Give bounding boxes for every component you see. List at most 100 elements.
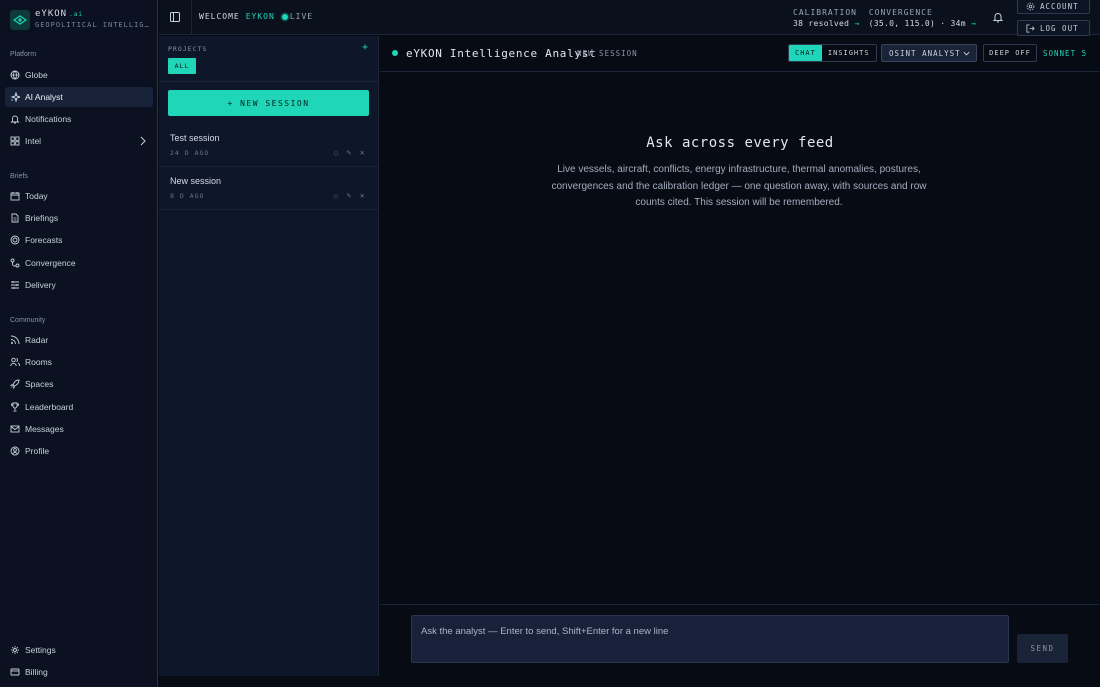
new-session-button[interactable]: + NEW SESSION	[168, 90, 369, 116]
status-dot-icon	[392, 50, 398, 56]
analyst-header: eYKON Intelligence Analyst NEW SESSION C…	[380, 36, 1100, 72]
document-icon	[11, 213, 19, 223]
nav-item-rooms[interactable]: Rooms	[5, 352, 153, 372]
calibration-convergence-status[interactable]: CALIBRATION CONVERGENCE 38 resolved → (3…	[793, 7, 976, 29]
session-actions[interactable]: ◇ ✎ ✕	[333, 149, 368, 157]
nav-item-label: Radar	[25, 335, 49, 345]
target-icon	[10, 235, 20, 245]
card-icon	[10, 668, 20, 676]
tab-chat[interactable]: CHAT	[789, 45, 822, 61]
sparkle-icon	[10, 92, 20, 102]
nav-item-label: Convergence	[25, 258, 76, 268]
nav-item-messages[interactable]: Messages	[5, 419, 153, 439]
logout-button[interactable]: LOG OUT	[1017, 20, 1090, 36]
logout-icon	[1026, 23, 1035, 33]
rocket-icon	[10, 379, 20, 389]
rss-icon	[10, 335, 20, 345]
nav-item-label: Billing	[25, 667, 48, 677]
session-age: 8 D AGO	[170, 192, 205, 200]
empty-state-description: Live vessels, aircraft, conflicts, energ…	[551, 164, 927, 208]
nav-item-globe[interactable]: Globe	[5, 65, 153, 85]
arrow-right-icon: →	[971, 19, 977, 28]
nav-item-profile[interactable]: Profile	[5, 441, 153, 461]
nav-item-convergence[interactable]: Convergence	[5, 253, 153, 273]
mail-icon	[10, 425, 20, 433]
welcome-user: EYKON	[245, 12, 275, 21]
page-title: eYKON Intelligence Analyst	[406, 47, 597, 60]
send-button[interactable]: SEND	[1017, 634, 1068, 663]
bell-icon[interactable]	[992, 11, 1004, 23]
chevron-down-icon	[963, 51, 970, 56]
filter-all-chip[interactable]: ALL	[168, 58, 196, 74]
left-nav: eYKON .ai GEOPOLITICAL INTELLIG… Platform…	[0, 0, 158, 687]
nav-item-intel[interactable]: Intel	[5, 131, 153, 151]
chevron-right-icon	[140, 136, 146, 146]
deep-mode-toggle[interactable]: DEEP OFF	[983, 44, 1037, 62]
convergence-label: CONVERGENCE	[868, 8, 933, 17]
divider	[159, 81, 378, 82]
nav-item-delivery[interactable]: Delivery	[5, 275, 153, 295]
tab-insights[interactable]: INSIGHTS	[822, 45, 876, 61]
session-title: New session	[170, 176, 222, 186]
brand[interactable]: eYKON .ai GEOPOLITICAL INTELLIG…	[10, 9, 150, 31]
nav-section-briefs: Briefs	[10, 173, 28, 180]
nav-item-label: Notifications	[25, 114, 72, 124]
account-button[interactable]: ACCOUNT	[1017, 0, 1090, 14]
calibration-label: CALIBRATION	[793, 8, 857, 17]
nav-item-label: Rooms	[25, 357, 52, 367]
convergence-value: (35.0, 115.0) · 34m	[868, 19, 966, 28]
nav-item-label: Intel	[25, 136, 42, 146]
calibration-value: 38 resolved	[793, 19, 850, 28]
nav-item-label: Settings	[25, 645, 56, 655]
live-label: LIVE	[289, 12, 314, 21]
profile-icon	[10, 446, 20, 456]
top-bar: WELCOME EYKON LIVE CALIBRATION CONVERGEN…	[159, 0, 1100, 36]
trophy-icon	[10, 402, 20, 412]
session-item[interactable]: Test session 24 D AGO ◇ ✎ ✕	[159, 125, 378, 167]
calendar-icon	[10, 192, 20, 201]
globe-icon	[10, 70, 20, 80]
persona-select[interactable]: OSINT ANALYST	[881, 44, 977, 62]
welcome-label: WELCOME	[199, 12, 240, 21]
divider	[191, 0, 192, 35]
bell-icon	[10, 115, 20, 124]
nav-item-label: Today	[25, 191, 48, 201]
convergence-icon	[10, 258, 20, 268]
sidebar-toggle-icon[interactable]	[169, 11, 181, 23]
add-project-button[interactable]: +	[362, 42, 368, 53]
welcome-banner: WELCOME EYKON LIVE	[199, 12, 313, 21]
eye-logo-icon	[10, 10, 30, 30]
nav-section-platform: Platform	[10, 51, 37, 58]
session-actions[interactable]: ◇ ✎ ✕	[333, 192, 368, 200]
nav-item-spaces[interactable]: Spaces	[5, 374, 153, 394]
nav-item-radar[interactable]: Radar	[5, 330, 153, 350]
projects-label: PROJECTS	[168, 45, 208, 53]
view-tabs: CHAT INSIGHTS	[788, 44, 877, 62]
session-title: Test session	[170, 133, 220, 143]
brand-subtitle: GEOPOLITICAL INTELLIG…	[35, 21, 150, 29]
nav-item-leaderboard[interactable]: Leaderboard	[5, 397, 153, 417]
session-subtitle: NEW SESSION	[577, 49, 638, 58]
arrow-right-icon: →	[854, 19, 860, 28]
nav-item-briefings[interactable]: Briefings	[5, 208, 153, 228]
gear-icon	[11, 646, 19, 654]
model-badge[interactable]: SONNET 5	[1043, 49, 1087, 58]
nav-item-label: Spaces	[25, 379, 54, 389]
gear-icon	[1026, 2, 1035, 10]
session-age: 24 D AGO	[170, 149, 210, 157]
message-input[interactable]: Ask the analyst — Enter to send, Shift+E…	[411, 615, 1009, 663]
logout-label: LOG OUT	[1040, 23, 1079, 33]
persona-value: OSINT ANALYST	[889, 48, 961, 58]
nav-item-forecasts[interactable]: Forecasts	[5, 230, 153, 250]
session-item[interactable]: New session 8 D AGO ◇ ✎ ✕	[159, 168, 378, 210]
nav-item-today[interactable]: Today	[5, 186, 153, 206]
live-indicator-icon	[281, 13, 288, 20]
nav-item-settings[interactable]: Settings	[5, 640, 153, 660]
nav-item-label: Leaderboard	[25, 402, 74, 412]
brand-sup: .ai	[69, 11, 83, 18]
projects-panel: PROJECTS + ALL + NEW SESSION Test sessio…	[159, 36, 379, 676]
nav-item-notifications[interactable]: Notifications	[5, 109, 153, 129]
nav-item-ai-analyst[interactable]: AI Analyst	[5, 87, 153, 107]
nav-item-billing[interactable]: Billing	[5, 662, 153, 682]
account-label: ACCOUNT	[1040, 1, 1079, 11]
